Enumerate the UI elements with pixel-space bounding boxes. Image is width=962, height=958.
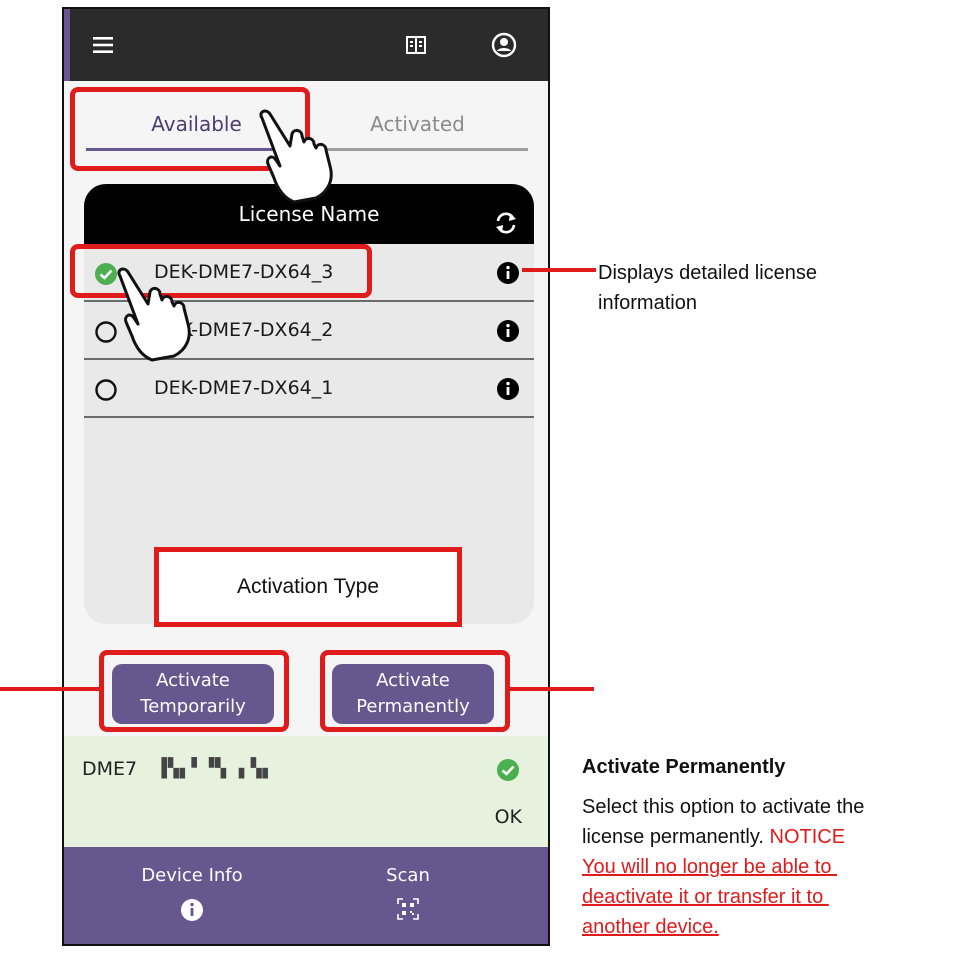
callout-line: Displays detailed license: [598, 262, 818, 284]
info-icon: [92, 898, 292, 927]
building-icon[interactable]: [400, 29, 432, 61]
activation-type-label: Activation Type: [154, 547, 462, 627]
callout-line: license permanently.: [582, 826, 764, 848]
callout-line: information: [598, 292, 697, 314]
app-top-bar: [64, 9, 548, 81]
account-circle-icon[interactable]: [488, 29, 520, 61]
qr-scan-icon: [308, 898, 508, 925]
notice-line: deactivate it or transfer it to: [582, 886, 829, 908]
top-bar-accent: [64, 9, 70, 81]
check-circle-icon: [496, 758, 520, 782]
permanent-callout-line: [508, 687, 594, 691]
device-status: DME7 ▐▚▖▘▝▚ ▖▚▖ OK: [64, 736, 548, 849]
notice-line: another device.: [582, 916, 719, 938]
permanent-callout-title: Activate Permanently: [582, 756, 786, 778]
radio-unselected-icon[interactable]: [94, 378, 117, 401]
info-callout-text: Displays detailed license information: [598, 258, 817, 318]
info-icon[interactable]: [496, 377, 520, 401]
permanent-button-highlight: [320, 650, 510, 732]
device-serial: ▐▚▖▘▝▚ ▖▚▖: [156, 758, 275, 779]
license-row[interactable]: DEK-DME7-DX64_1: [84, 360, 534, 418]
info-icon[interactable]: [496, 319, 520, 343]
notice-line: You will no longer be able to: [582, 856, 837, 878]
status-result: OK: [494, 806, 522, 828]
scan-button[interactable]: Scan: [308, 865, 508, 925]
device-info-button[interactable]: Device Info: [92, 865, 292, 927]
info-callout-line: [522, 268, 596, 272]
pointing-hand-icon: [117, 267, 191, 362]
callout-line: Select this option to activate the: [582, 796, 865, 818]
license-name: DEK-DME7-DX64_1: [154, 377, 334, 399]
permanent-callout: Activate Permanently Select this option …: [582, 752, 957, 942]
pointing-hand-icon: [259, 109, 333, 204]
notice-label: NOTICE: [769, 826, 846, 848]
nav-label: Scan: [386, 865, 430, 886]
refresh-icon[interactable]: [492, 200, 520, 234]
device-name: DME7: [82, 758, 138, 780]
nav-label: Device Info: [141, 865, 243, 886]
bottom-nav: Device Info Scan: [64, 847, 548, 944]
temporary-callout-line: [0, 687, 100, 691]
temporary-button-highlight: [99, 650, 289, 732]
hamburger-menu-icon[interactable]: [88, 29, 120, 61]
info-icon[interactable]: [496, 261, 520, 285]
